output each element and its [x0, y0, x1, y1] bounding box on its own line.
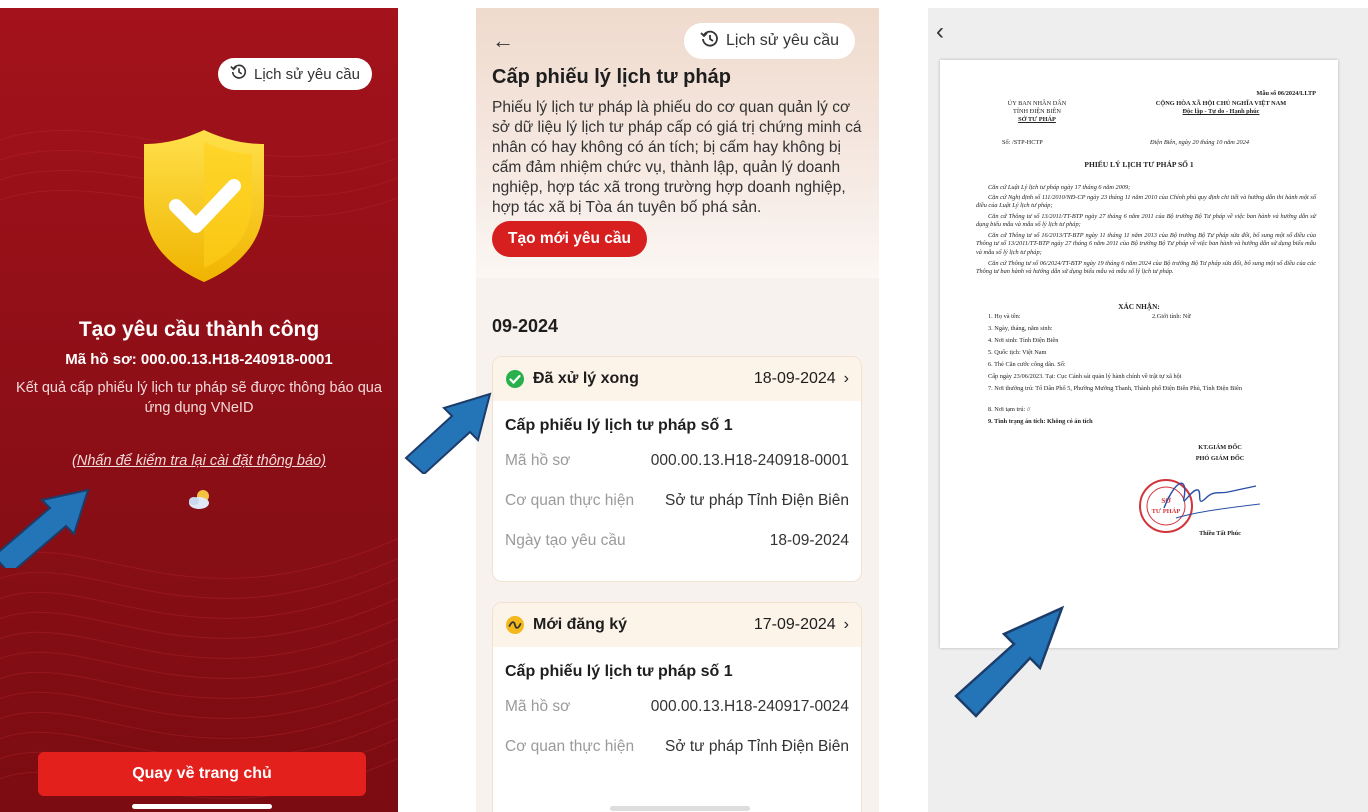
doc-item: 4. Nơi sinh: Tỉnh Điện Biên: [988, 337, 1059, 344]
doc-item: 1. Họ và tên:: [988, 313, 1021, 320]
request-card-header: Mới đăng ký 17-09-2024 ›: [493, 603, 861, 647]
doc-item: 7. Nơi thường trú: Tổ Dân Phố 5, Phường …: [988, 385, 1242, 392]
legal-basis: Căn cứ Nghị định số 111/2010/NĐ-CP ngày …: [976, 194, 1316, 210]
home-indicator: [610, 806, 750, 811]
request-field-row: Ngày tạo yêu cầu 18-09-2024: [493, 521, 861, 561]
arrow-left-icon[interactable]: ←: [492, 28, 514, 54]
annotation-arrow-icon: [0, 488, 90, 568]
svg-text:TƯ PHÁP: TƯ PHÁP: [1152, 507, 1181, 515]
issuer-line: SỞ TƯ PHÁP: [1018, 116, 1056, 123]
request-card[interactable]: Mới đăng ký 17-09-2024 › Cấp phiếu lý lị…: [492, 602, 862, 812]
success-title: Tạo yêu cầu thành công: [78, 318, 320, 341]
home-indicator: [132, 804, 272, 809]
success-description: Kết quả cấp phiếu lý lịch tư pháp sẽ đượ…: [16, 380, 382, 416]
history-button[interactable]: Lịch sử yêu cầu: [218, 58, 372, 90]
field-value: 000.00.13.H18-240918-0001: [650, 452, 849, 469]
field-value: 000.00.13.H18-240917-0024: [650, 698, 849, 715]
request-field-row: Mã hồ sơ 000.00.13.H18-240917-0024: [493, 687, 861, 727]
annotation-arrow-icon: [404, 392, 492, 474]
annotation-arrow-icon: [954, 605, 1065, 718]
file-code: Mã hồ sơ: 000.00.13.H18-240918-0001: [65, 351, 333, 368]
chevron-right-icon: ›: [843, 616, 849, 633]
success-screen: Lịch sử yêu cầu Tạo yêu cầu thành công M…: [0, 8, 398, 812]
form-number: Mẫu số 06/2024/LLTP: [1256, 90, 1316, 97]
request-field-row: Cơ quan thực hiện Sở tư pháp Tỉnh Điện B…: [493, 481, 861, 521]
history-button[interactable]: Lịch sử yêu cầu: [684, 23, 855, 59]
new-request-button[interactable]: Tạo mới yêu cầu: [492, 221, 648, 257]
check-circle-icon: [506, 370, 524, 388]
legal-basis: Căn cứ Thông tư số 16/2013/TT-BTP ngày 1…: [976, 232, 1316, 256]
history-clock-icon: [700, 29, 720, 54]
legal-basis: Căn cứ Thông tư số 06/2024/TT-BTP ngày 1…: [976, 260, 1316, 276]
request-card[interactable]: Đã xử lý xong 18-09-2024 › Cấp phiếu lý …: [492, 356, 862, 582]
field-label: Ngày tạo yêu cầu: [505, 532, 626, 549]
field-label: Cơ quan thực hiện: [505, 492, 635, 509]
doc-item: 2.Giới tính: Nữ: [1152, 313, 1191, 320]
request-date: 18-09-2024: [753, 370, 836, 387]
criminal-record-document: Mẫu số 06/2024/LLTP ỦY BAN NHÂN DÂN TỈNH…: [940, 60, 1338, 648]
signer-name: Thiều Tất Phúc: [1199, 530, 1241, 537]
legal-basis: Căn cứ Thông tư số 13/2011/TT-BTP ngày 2…: [976, 213, 1316, 229]
notification-settings-link[interactable]: (Nhấn để kiểm tra lại cài đặt thông báo): [0, 453, 398, 469]
history-label: Lịch sử yêu cầu: [726, 32, 839, 49]
page-description: Phiếu lý lịch tư pháp là phiếu do cơ qua…: [492, 99, 862, 216]
legal-basis: Căn cứ Luật Lý lịch tư pháp ngày 17 thán…: [988, 184, 1131, 191]
request-list-screen: ← Lịch sử yêu cầu Cấp phiếu lý lịch tư p…: [476, 8, 879, 812]
field-value: Sở tư pháp Tỉnh Điện Biên: [665, 738, 849, 755]
new-request-label: Tạo mới yêu cầu: [508, 230, 632, 247]
chevron-right-icon: ›: [843, 370, 849, 387]
field-label: Cơ quan thực hiện: [505, 738, 635, 755]
doc-item: 5. Quốc tịch: Việt Nam: [988, 349, 1047, 356]
back-home-button[interactable]: Quay về trang chủ: [38, 752, 366, 796]
motto: Độc lập - Tự do - Hạnh phúc: [1182, 108, 1260, 115]
request-title: Cấp phiếu lý lịch tư pháp số 1: [505, 663, 733, 680]
doc-item: Cấp ngày 23/06/2023. Tại: Cục Cảnh sát q…: [988, 373, 1182, 380]
success-shield-icon: [144, 130, 264, 282]
request-title: Cấp phiếu lý lịch tư pháp số 1: [505, 417, 733, 434]
confirm-title: XÁC NHẬN:: [1118, 302, 1160, 311]
doc-item: 3. Ngày, tháng, năm sinh:: [988, 325, 1053, 332]
doc-item: 8. Nơi tạm trú: //: [988, 406, 1031, 413]
doc-item: 9. Tình trạng án tích: Không có án tích: [988, 418, 1093, 425]
sign-role: PHÓ GIÁM ĐỐC: [1195, 455, 1245, 462]
page-title: Cấp phiếu lý lịch tư pháp: [492, 66, 731, 88]
field-value: 18-09-2024: [769, 532, 849, 549]
field-value: Sở tư pháp Tỉnh Điện Biên: [665, 492, 849, 509]
request-status: Đã xử lý xong: [533, 370, 639, 387]
month-heading: 09-2024: [492, 316, 559, 336]
history-clock-icon: [230, 63, 248, 85]
doc-item: 6. Thẻ Căn cước công dân. Số:: [988, 361, 1066, 368]
request-card-header: Đã xử lý xong 18-09-2024 ›: [493, 357, 861, 401]
field-label: Mã hồ sơ: [505, 698, 571, 715]
history-label: Lịch sử yêu cầu: [254, 65, 360, 83]
place-date: Điện Biên, ngày 20 tháng 10 năm 2024: [1150, 139, 1249, 146]
back-home-label: Quay về trang chủ: [132, 765, 272, 782]
pending-wave-icon: [506, 616, 524, 634]
sign-role: KT.GIÁM ĐỐC: [1198, 444, 1242, 451]
request-field-row: Cơ quan thực hiện Sở tư pháp Tỉnh Điện B…: [493, 727, 861, 767]
request-date: 17-09-2024: [753, 616, 836, 633]
chevron-left-icon[interactable]: ‹: [936, 18, 944, 46]
document-title: PHIẾU LÝ LỊCH TƯ PHÁP SỐ 1: [1084, 160, 1194, 169]
document-number: Số: /STP-HCTP: [1002, 139, 1043, 146]
cloud-sun-icon: [189, 490, 209, 509]
request-status: Mới đăng ký: [533, 616, 628, 633]
request-field-row: Mã hồ sơ 000.00.13.H18-240918-0001: [493, 441, 861, 481]
field-label: Mã hồ sơ: [505, 452, 571, 469]
